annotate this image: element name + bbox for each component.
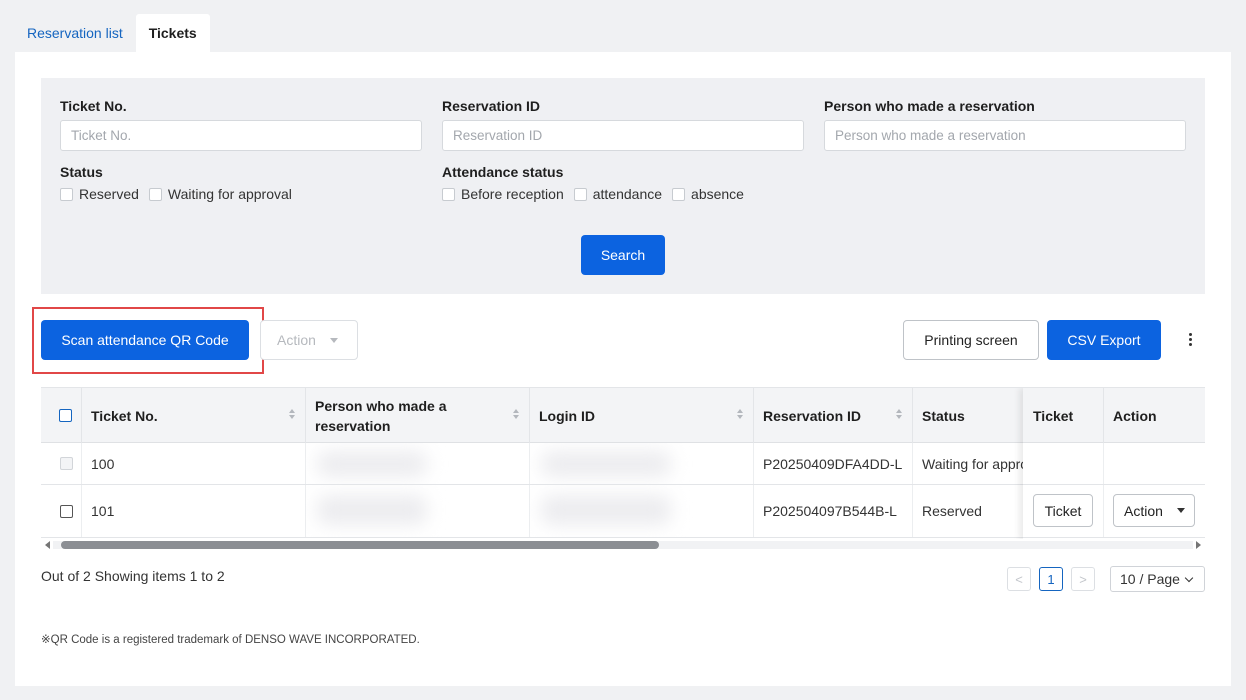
row-action-label: Action xyxy=(1124,502,1163,519)
reservation-id-label: Reservation ID xyxy=(442,98,541,114)
ticket-no-cell: 100 xyxy=(91,455,115,472)
status-reserved-text: Reserved xyxy=(79,186,139,202)
tab-tickets[interactable]: Tickets xyxy=(135,14,210,52)
fixed-row: Ticket Action xyxy=(1023,485,1205,538)
prev-page-button[interactable]: < xyxy=(1007,567,1031,591)
attendance-attendance-text: attendance xyxy=(592,186,663,202)
sort-icon[interactable] xyxy=(289,409,295,419)
attendance-label: Attendance status xyxy=(442,164,564,180)
col-person-label: Person who made a reservation xyxy=(315,397,447,434)
status-waiting-checkbox[interactable] xyxy=(148,187,162,201)
col-ticket-label: Ticket xyxy=(1033,407,1074,424)
select-all-checkbox[interactable] xyxy=(59,409,72,422)
horizontal-scrollbar[interactable] xyxy=(41,539,1205,551)
row-select-cell xyxy=(55,443,81,484)
scrollbar-thumb[interactable] xyxy=(61,541,659,549)
search-button[interactable]: Search xyxy=(581,235,665,275)
row-checkbox-disabled xyxy=(60,457,73,470)
attendance-absence-checkbox[interactable] xyxy=(672,187,686,201)
more-options-icon[interactable] xyxy=(1183,330,1197,348)
scroll-left-icon[interactable] xyxy=(45,541,50,549)
col-ticket-no[interactable]: Ticket No. xyxy=(81,388,305,443)
printing-screen-button[interactable]: Printing screen xyxy=(903,320,1039,360)
fixed-row xyxy=(1023,443,1205,485)
person-label: Person who made a reservation xyxy=(824,98,1035,114)
tab-reservation-list[interactable]: Reservation list xyxy=(14,14,136,52)
row-select-cell xyxy=(55,485,81,537)
reservation-id-cell: P20250409DFA4DD-L xyxy=(763,455,903,472)
status-waiting-text: Waiting for approval xyxy=(167,186,292,202)
status-cell: Reserved xyxy=(922,503,982,519)
attendance-absence-option[interactable]: absence xyxy=(672,186,744,202)
chevron-down-icon xyxy=(1184,573,1194,582)
col-ticket-no-label: Ticket No. xyxy=(91,407,158,424)
status-checkbox-group: Reserved Waiting for approval xyxy=(60,186,302,202)
scan-qr-button[interactable]: Scan attendance QR Code xyxy=(41,320,249,360)
attendance-absence-text: absence xyxy=(691,186,744,202)
sort-icon[interactable] xyxy=(513,409,519,419)
col-status: Status xyxy=(912,388,1023,443)
attendance-attendance-checkbox[interactable] xyxy=(573,187,587,201)
fixed-right-columns: Ticket Action Ticket Action xyxy=(1023,388,1205,539)
attendance-before-option[interactable]: Before reception xyxy=(442,186,564,202)
ticket-no-cell: 101 xyxy=(91,503,115,519)
attendance-before-text: Before reception xyxy=(461,186,564,202)
attendance-attendance-option[interactable]: attendance xyxy=(573,186,663,202)
tickets-panel: Ticket No. Reservation ID Person who mad… xyxy=(15,52,1231,686)
person-cell-redacted xyxy=(305,443,529,484)
tickets-table: Ticket No. Person who made a reservation… xyxy=(41,387,1205,539)
col-reservation-id[interactable]: Reservation ID xyxy=(753,388,912,443)
reservation-id-input[interactable] xyxy=(442,120,804,151)
person-input[interactable] xyxy=(824,120,1186,151)
col-action: Action xyxy=(1103,388,1205,443)
select-all-cell xyxy=(49,388,79,443)
bulk-action-dropdown[interactable]: Action xyxy=(260,320,358,360)
col-status-label: Status xyxy=(922,407,965,424)
col-login-id-label: Login ID xyxy=(539,407,595,424)
page-size-select[interactable]: 10 / Page xyxy=(1110,566,1205,592)
row-checkbox[interactable] xyxy=(60,504,73,518)
col-person[interactable]: Person who made a reservation xyxy=(305,388,529,443)
login-id-cell-redacted xyxy=(529,485,753,537)
col-reservation-id-label: Reservation ID xyxy=(763,407,862,424)
ticket-no-label: Ticket No. xyxy=(60,98,127,114)
reservation-id-cell: P202504097B544B-L xyxy=(763,503,897,519)
csv-export-button[interactable]: CSV Export xyxy=(1047,320,1161,360)
sort-icon[interactable] xyxy=(737,409,743,419)
status-cell: Waiting for approval xyxy=(922,455,1023,472)
status-reserved-option[interactable]: Reserved xyxy=(60,186,139,202)
caret-down-icon xyxy=(1176,508,1185,513)
row-action-dropdown[interactable]: Action xyxy=(1113,494,1195,527)
scroll-right-icon[interactable] xyxy=(1196,541,1201,549)
items-summary: Out of 2 Showing items 1 to 2 xyxy=(41,568,225,584)
person-cell-redacted xyxy=(305,485,529,537)
attendance-before-checkbox[interactable] xyxy=(442,187,455,201)
caret-down-icon xyxy=(329,337,338,343)
col-action-label: Action xyxy=(1113,407,1157,424)
sort-icon[interactable] xyxy=(896,409,902,419)
login-id-cell-redacted xyxy=(529,443,753,484)
col-login-id[interactable]: Login ID xyxy=(529,388,753,443)
search-filter-panel: Ticket No. Reservation ID Person who mad… xyxy=(41,78,1205,294)
attendance-checkbox-group: Before reception attendance absence xyxy=(442,186,754,202)
tab-bar: Reservation list Tickets xyxy=(14,14,210,52)
qr-trademark-note: ※QR Code is a registered trademark of DE… xyxy=(41,634,420,646)
page-size-label: 10 / Page xyxy=(1120,571,1180,587)
status-label: Status xyxy=(60,164,103,180)
status-waiting-option[interactable]: Waiting for approval xyxy=(148,186,292,202)
next-page-button[interactable]: > xyxy=(1071,567,1095,591)
col-ticket: Ticket xyxy=(1023,388,1103,443)
ticket-no-input[interactable] xyxy=(60,120,422,151)
status-reserved-checkbox[interactable] xyxy=(60,187,73,201)
bulk-action-label: Action xyxy=(277,332,316,348)
ticket-button[interactable]: Ticket xyxy=(1033,494,1093,527)
page-1-button[interactable]: 1 xyxy=(1039,567,1063,591)
